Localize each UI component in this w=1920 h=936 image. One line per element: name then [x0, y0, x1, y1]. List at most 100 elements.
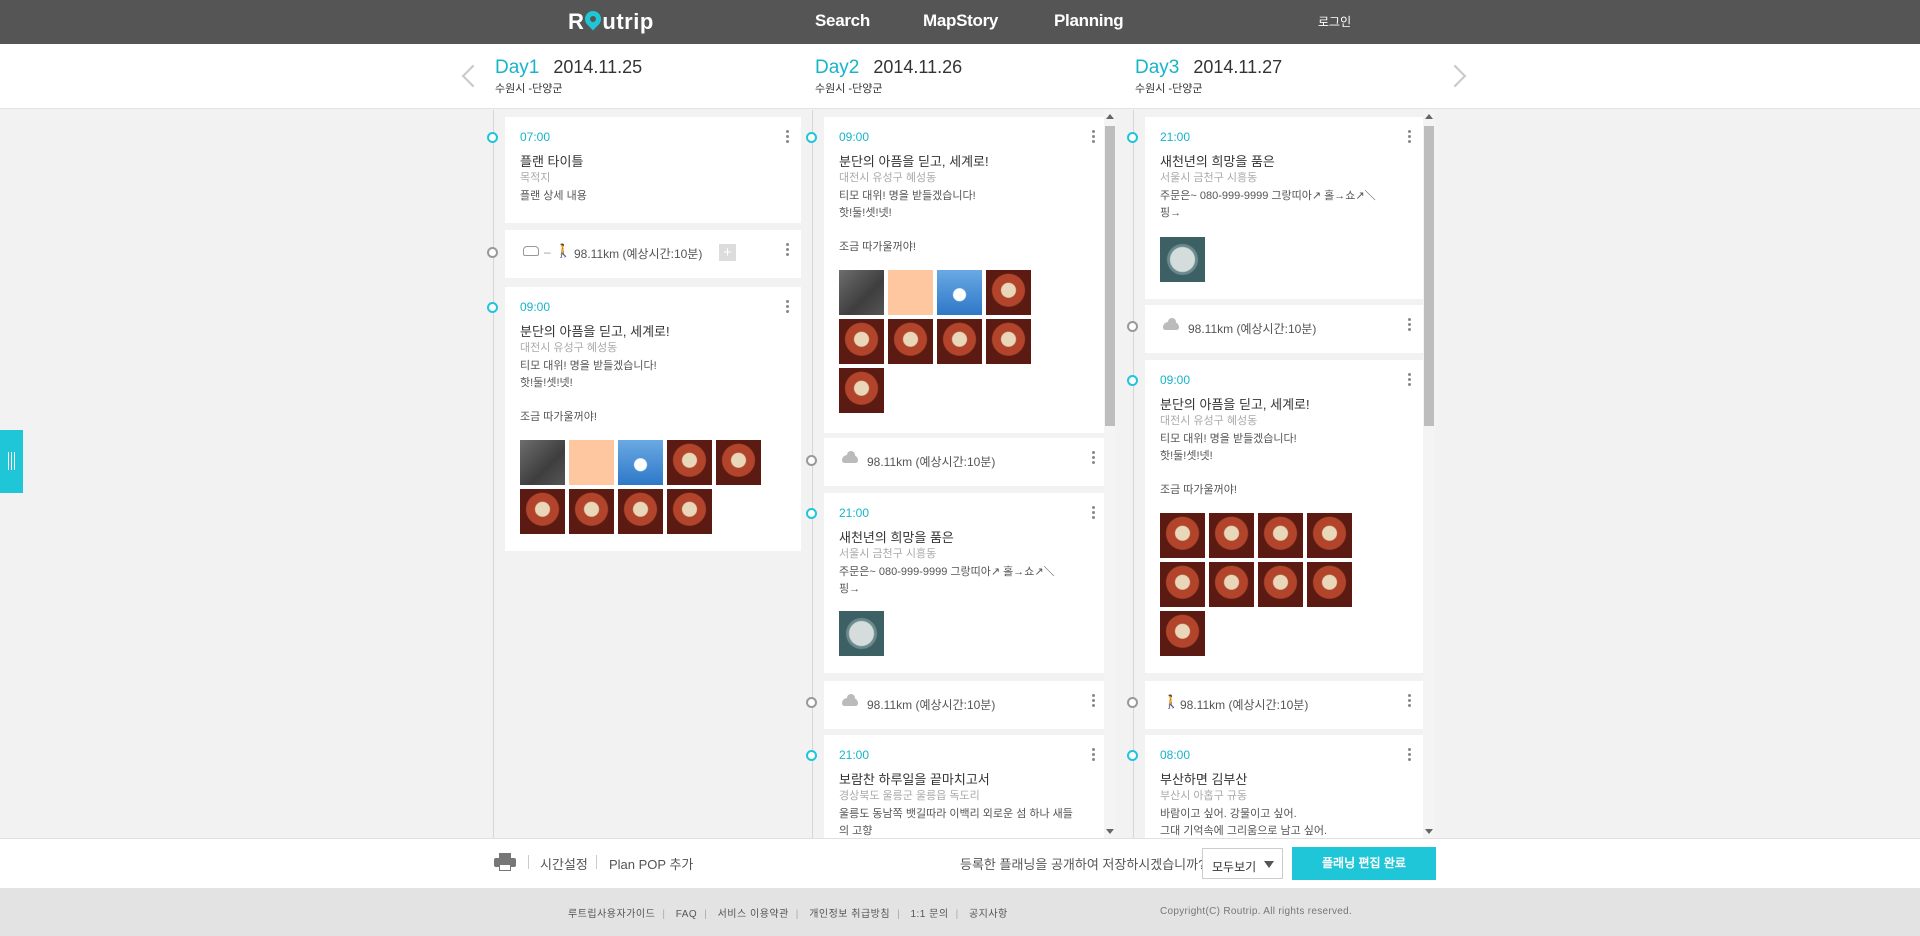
transport-icon[interactable]: [1163, 318, 1179, 330]
car-icon[interactable]: [523, 246, 539, 256]
photo-thumbnail[interactable]: [937, 319, 982, 364]
prev-day-arrow-icon[interactable]: [459, 64, 485, 88]
photo-thumbnail[interactable]: [937, 270, 982, 315]
nav-planning[interactable]: Planning: [1054, 11, 1124, 31]
photo-thumbnail[interactable]: [1160, 562, 1205, 607]
photo-thumbnail[interactable]: [986, 270, 1031, 315]
plan-pop-add-link[interactable]: Plan POP 추가: [609, 854, 693, 873]
plan-card[interactable]: 21:00 새천년의 희망을 품은 서울시 금천구 시흥동 주문은~ 080-9…: [1145, 117, 1423, 299]
photo-thumbnail[interactable]: [520, 440, 565, 485]
more-menu-icon[interactable]: [1408, 318, 1411, 333]
day2-scrollbar[interactable]: [1104, 110, 1116, 838]
more-menu-icon[interactable]: [1408, 130, 1411, 145]
move-card[interactable]: 98.11km (예상시간:10분): [1145, 305, 1423, 353]
walk-icon[interactable]: 🚶: [555, 243, 571, 258]
next-day-arrow-icon[interactable]: [1443, 64, 1467, 88]
photo-thumbnail[interactable]: [569, 440, 614, 485]
more-menu-icon[interactable]: [1092, 748, 1095, 763]
footer-link-terms[interactable]: 서비스 이용약관: [718, 909, 789, 920]
photo-thumbnail[interactable]: [1160, 237, 1205, 282]
plan-card[interactable]: 21:00 새천년의 희망을 품은 서울시 금천구 시흥동 주문은~ 080-9…: [824, 493, 1107, 673]
photo-thumbnail[interactable]: [1209, 513, 1254, 558]
photo-thumbnail[interactable]: [839, 270, 884, 315]
plan-card[interactable]: 09:00 분단의 아픔을 딛고, 세계로! 대전시 유성구 혜성동 티모 대위…: [1145, 360, 1423, 673]
more-menu-icon[interactable]: [1092, 130, 1095, 145]
more-menu-icon[interactable]: [786, 300, 789, 315]
photo-thumbnail[interactable]: [667, 489, 712, 534]
time-setting-link[interactable]: 시간설정: [540, 854, 588, 873]
footer-link-guide[interactable]: 루트립사용자가이드: [568, 909, 655, 920]
scroll-down-arrow-icon[interactable]: [1106, 829, 1114, 834]
footer-link-notice[interactable]: 공지사항: [969, 909, 1008, 920]
login-link[interactable]: 로그인: [1318, 13, 1351, 30]
plan-title: 새천년의 희망을 품은: [839, 530, 954, 545]
print-icon[interactable]: [494, 853, 516, 871]
add-route-button[interactable]: +: [719, 244, 736, 261]
plan-location: 대전시 유성구 혜성동: [520, 342, 618, 354]
routrip-logo[interactable]: Rutrip: [568, 7, 654, 35]
photo-thumbnail[interactable]: [986, 319, 1031, 364]
footer-link-inquiry[interactable]: 1:1 문의: [910, 909, 948, 920]
transport-icon[interactable]: [842, 694, 858, 706]
photo-thumbnail[interactable]: [1209, 562, 1254, 607]
photo-thumbnail[interactable]: [1258, 513, 1303, 558]
plan-time: 09:00: [520, 300, 551, 314]
nav-mapstory[interactable]: MapStory: [923, 11, 998, 31]
scroll-up-arrow-icon[interactable]: [1425, 114, 1433, 119]
photo-thumbnail[interactable]: [1160, 513, 1205, 558]
more-menu-icon[interactable]: [1408, 373, 1411, 388]
photo-thumbnail[interactable]: [839, 611, 884, 656]
more-menu-icon[interactable]: [1092, 506, 1095, 521]
footer-link-privacy[interactable]: 개인정보 취급방침: [809, 909, 890, 920]
nav-search[interactable]: Search: [815, 11, 870, 31]
visibility-select[interactable]: 모두보기: [1202, 848, 1283, 879]
side-panel-handle[interactable]: [0, 430, 23, 493]
photo-thumbnail[interactable]: [618, 489, 663, 534]
move-card[interactable]: 🚶 98.11km (예상시간:10분): [1145, 681, 1423, 729]
footer-link-faq[interactable]: FAQ: [676, 909, 698, 920]
plan-card[interactable]: 09:00 분단의 아픔을 딛고, 세계로! 대전시 유성구 혜성동 티모 대위…: [505, 287, 801, 551]
more-menu-icon[interactable]: [1408, 694, 1411, 709]
photo-thumbnail[interactable]: [1160, 611, 1205, 656]
photo-thumbnail[interactable]: [1258, 562, 1303, 607]
more-menu-icon[interactable]: [786, 130, 789, 145]
more-menu-icon[interactable]: [1408, 748, 1411, 763]
photo-thumbnail[interactable]: [520, 489, 565, 534]
plan-location: 경상북도 울릉군 울릉읍 독도리: [839, 790, 980, 802]
plan-card[interactable]: 07:00 플랜 타이틀 목적지 플랜 상세 내용: [505, 117, 801, 223]
move-card[interactable]: 98.11km (예상시간:10분): [824, 681, 1107, 729]
more-menu-icon[interactable]: [786, 243, 789, 258]
scroll-thumb[interactable]: [1105, 126, 1115, 426]
scroll-down-arrow-icon[interactable]: [1425, 829, 1433, 834]
photo-thumbnail[interactable]: [667, 440, 712, 485]
transport-icon[interactable]: [842, 451, 858, 463]
move-card[interactable]: 98.11km (예상시간:10분): [824, 438, 1107, 486]
plan-location: 대전시 유성구 혜성동: [839, 172, 937, 184]
photo-thumbnail[interactable]: [888, 319, 933, 364]
plan-card[interactable]: 21:00 보람찬 하루일을 끝마치고서 경상북도 울릉군 울릉읍 독도리 울릉…: [824, 735, 1107, 838]
photo-thumbnail[interactable]: [716, 440, 761, 485]
finish-planning-button[interactable]: 플래닝 편집 완료: [1292, 847, 1436, 880]
photo-thumbnail[interactable]: [1307, 562, 1352, 607]
plan-title: 보람찬 하루일을 끝마치고서: [839, 772, 990, 787]
plan-description: 티모 대위! 명을 받들겠습니다! 핫!둘!셋!넷! 조금 따가울꺼야!: [520, 360, 657, 423]
more-menu-icon[interactable]: [1092, 694, 1095, 709]
day-date: 2014.11.27: [1193, 57, 1283, 77]
photo-thumbnail[interactable]: [569, 489, 614, 534]
photo-thumbnail[interactable]: [1307, 513, 1352, 558]
more-menu-icon[interactable]: [1092, 451, 1095, 466]
scroll-thumb[interactable]: [1424, 126, 1434, 426]
photo-thumbnail[interactable]: [618, 440, 663, 485]
day3-scrollbar[interactable]: [1423, 110, 1435, 838]
scroll-up-arrow-icon[interactable]: [1106, 114, 1114, 119]
photo-thumbnail[interactable]: [839, 368, 884, 413]
plan-card[interactable]: 08:00 부산하면 김부산 부산시 아홉구 규동 바람이고 싶어. 강물이고 …: [1145, 735, 1423, 838]
plan-card[interactable]: 09:00 분단의 아픔을 딛고, 세계로! 대전시 유성구 혜성동 티모 대위…: [824, 117, 1107, 433]
photo-thumbnail[interactable]: [888, 270, 933, 315]
photo-thumbnail[interactable]: [839, 319, 884, 364]
day-label: Day2: [815, 57, 860, 78]
walk-icon[interactable]: 🚶: [1163, 694, 1179, 709]
move-card[interactable]: – 🚶 98.11km (예상시간:10분) +: [505, 230, 801, 278]
photo-grid: [839, 270, 1031, 413]
plan-location: 부산시 아홉구 규동: [1160, 790, 1248, 802]
